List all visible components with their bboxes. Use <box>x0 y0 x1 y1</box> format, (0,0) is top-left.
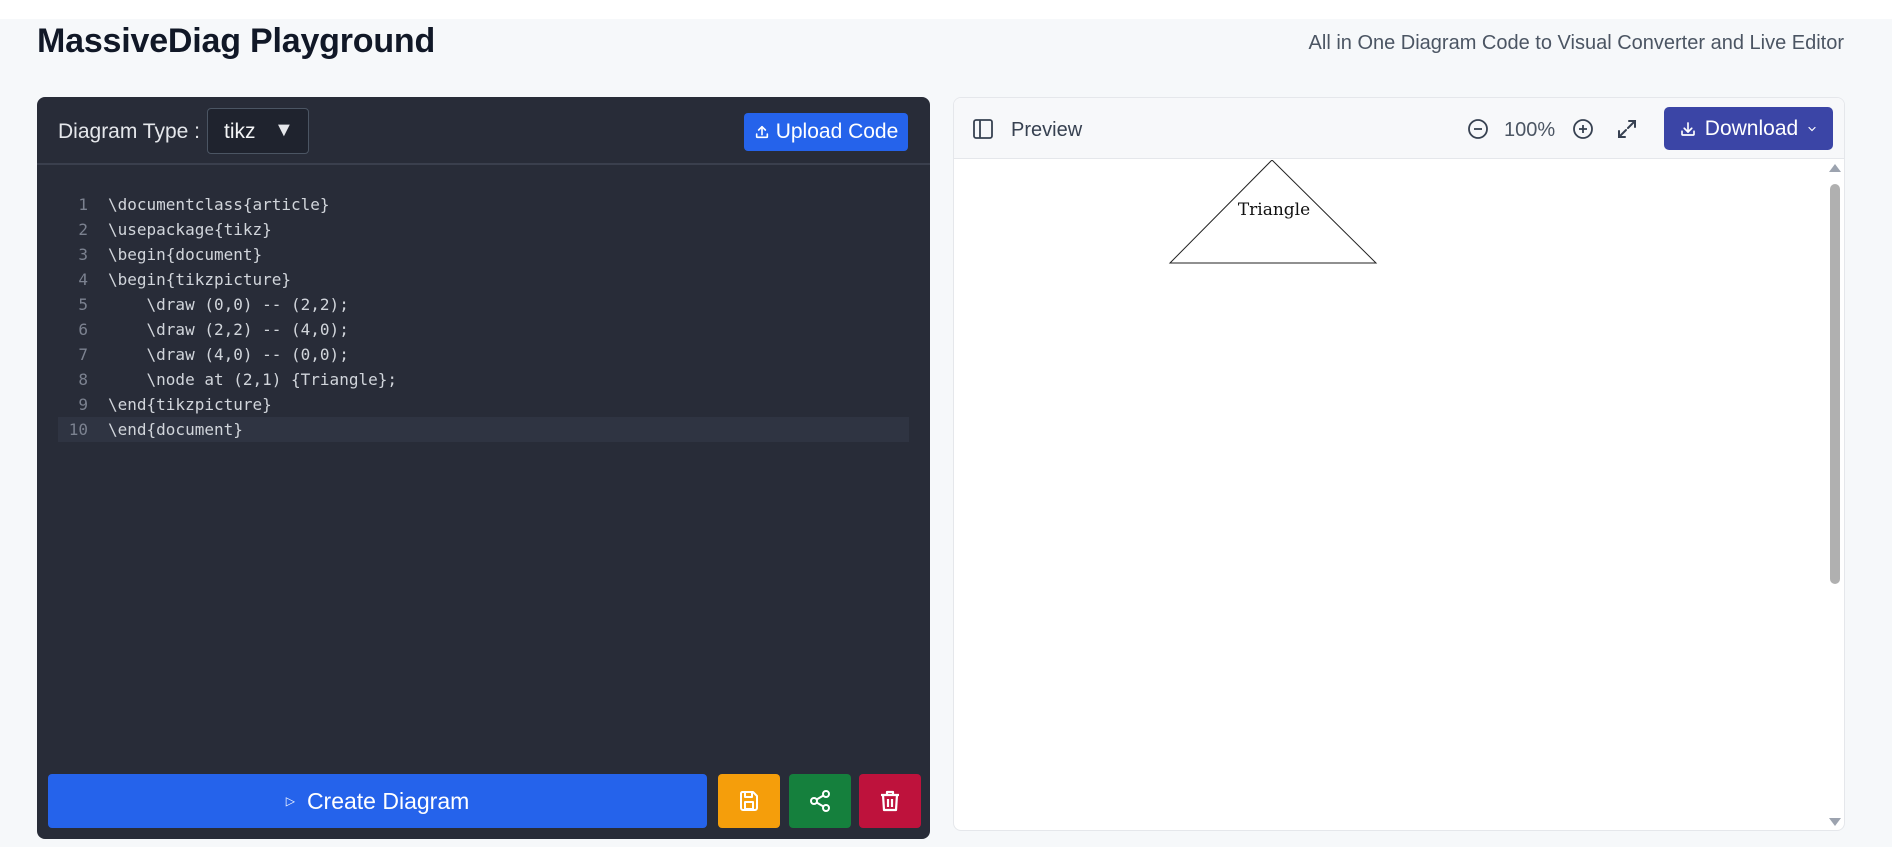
line-number: 2 <box>78 220 88 239</box>
code-text: \documentclass{article} <box>108 195 330 214</box>
code-line: 2 \usepackage{tikz} <box>58 217 909 242</box>
preview-panel: Preview 100% Download Triangle <box>953 97 1845 831</box>
upload-code-button[interactable]: Upload Code <box>744 113 908 151</box>
line-number: 7 <box>78 345 88 364</box>
expand-icon[interactable] <box>1615 117 1639 141</box>
preview-header: Preview 100% Download <box>954 98 1844 159</box>
delete-button[interactable] <box>859 774 921 828</box>
code-text: \draw (2,2) -- (4,0); <box>108 320 349 339</box>
upload-icon <box>755 125 768 139</box>
scroll-up-arrow-icon[interactable] <box>1829 164 1841 172</box>
code-line: 8 \node at (2,1) {Triangle}; <box>58 367 909 392</box>
play-icon: ▷ <box>285 794 295 808</box>
code-editor-panel: Diagram Type : tikz ▼ Upload Code 1 \docu… <box>37 97 930 839</box>
preview-scrollbar[interactable] <box>1826 160 1844 830</box>
line-number: 8 <box>78 370 88 389</box>
top-strip <box>0 0 1892 19</box>
code-text: \node at (2,1) {Triangle}; <box>108 370 397 389</box>
line-number: 1 <box>78 195 88 214</box>
download-button[interactable]: Download <box>1664 107 1833 150</box>
code-text: \end{tikzpicture} <box>108 395 272 414</box>
upload-code-label: Upload Code <box>775 120 899 143</box>
diagram-type-label: Diagram Type : <box>58 120 201 143</box>
code-line: 1 \documentclass{article} <box>58 192 909 217</box>
code-text: \usepackage{tikz} <box>108 220 272 239</box>
code-text: \end{document} <box>108 420 243 439</box>
line-number: 10 <box>68 420 88 439</box>
code-line: 5 \draw (0,0) -- (2,2); <box>58 292 909 317</box>
code-line: 6 \draw (2,2) -- (4,0); <box>58 317 909 342</box>
code-line: 7 \draw (4,0) -- (0,0); <box>58 342 909 367</box>
scroll-down-arrow-icon[interactable] <box>1829 818 1841 826</box>
app-subtitle: All in One Diagram Code to Visual Conver… <box>1308 32 1844 54</box>
share-button[interactable] <box>789 774 851 828</box>
preview-label: Preview <box>1011 119 1083 141</box>
code-textarea[interactable]: 1 \documentclass{article} 2 \usepackage{tik… <box>58 192 909 442</box>
save-button[interactable] <box>718 774 780 828</box>
code-line: 4 \begin{tikzpicture} <box>58 267 909 292</box>
code-line: 9 \end{tikzpicture} <box>58 392 909 417</box>
floppy-disk-icon <box>739 791 758 811</box>
caret-down-icon: ▼ <box>274 119 294 141</box>
trash-icon <box>881 790 899 812</box>
code-text: \begin{document} <box>108 245 263 264</box>
code-line: 3 \begin{document} <box>58 242 909 267</box>
zoom-in-icon[interactable] <box>1571 117 1595 141</box>
line-number: 6 <box>78 320 88 339</box>
download-icon <box>1680 121 1695 136</box>
line-number: 5 <box>78 295 88 314</box>
line-number: 3 <box>78 245 88 264</box>
diagram-canvas: Triangle <box>1168 160 1378 264</box>
scroll-thumb[interactable] <box>1830 184 1840 584</box>
create-diagram-button[interactable]: ▷ Create Diagram <box>48 774 707 828</box>
code-text: \begin{tikzpicture} <box>108 270 292 289</box>
editor-footer: ▷ Create Diagram <box>48 774 921 828</box>
diagram-type-select[interactable]: tikz ▼ <box>207 108 309 154</box>
zoom-level: 100% <box>1504 119 1556 141</box>
code-text: \draw (0,0) -- (2,2); <box>108 295 349 314</box>
app-title: MassiveDiag Playground <box>37 22 436 60</box>
share-icon <box>810 790 830 812</box>
download-label: Download <box>1704 116 1799 140</box>
editor-header: Diagram Type : tikz ▼ Upload Code <box>37 97 930 165</box>
diagram-type-value: tikz <box>224 120 256 143</box>
line-number: 4 <box>78 270 88 289</box>
zoom-out-icon[interactable] <box>1466 117 1490 141</box>
code-text: \draw (4,0) -- (0,0); <box>108 345 349 364</box>
create-diagram-label: Create Diagram <box>306 787 470 814</box>
line-number: 9 <box>78 395 88 414</box>
sidebar-toggle-icon[interactable] <box>971 117 995 141</box>
chevron-down-icon <box>1808 126 1816 131</box>
triangle-node-label: Triangle <box>1238 200 1310 220</box>
code-line: 10 \end{document} <box>58 417 909 442</box>
